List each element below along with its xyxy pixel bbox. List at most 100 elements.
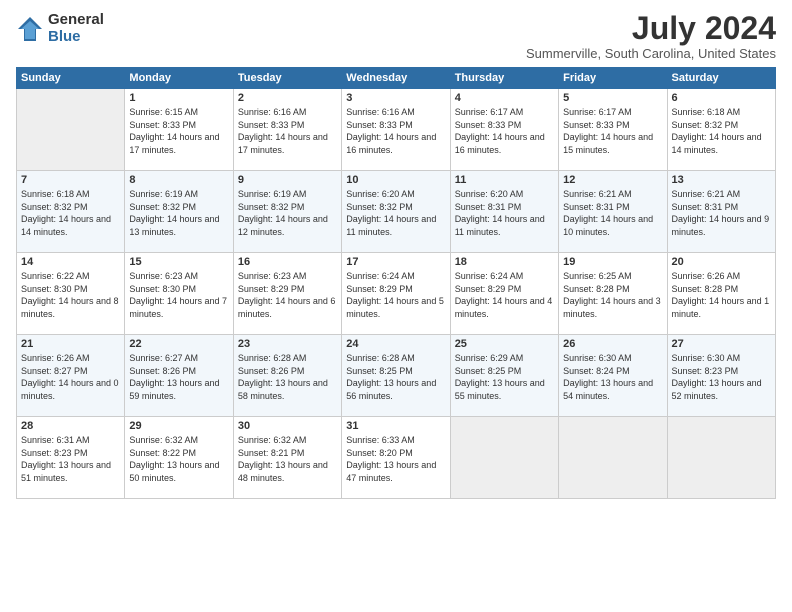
header-saturday: Saturday: [667, 68, 775, 89]
day-number: 15: [129, 256, 228, 268]
day-info: Sunrise: 6:16 AMSunset: 8:33 PMDaylight:…: [346, 106, 445, 156]
day-number: 16: [238, 256, 337, 268]
calendar-week-row: 14Sunrise: 6:22 AMSunset: 8:30 PMDayligh…: [17, 253, 776, 335]
calendar-cell: 25 Sunrise: 6:29 AMSunset: 8:25 PMDayligh…: [450, 335, 558, 417]
calendar-cell: [559, 417, 667, 499]
calendar-cell: 5Sunrise: 6:17 AMSunset: 8:33 PMDaylight…: [559, 89, 667, 171]
calendar-cell: 24 Sunrise: 6:28 AMSunset: 8:25 PMDayligh…: [342, 335, 450, 417]
day-number: 12: [563, 174, 662, 186]
page: General Blue July 2024 Summerville, Sout…: [0, 0, 792, 612]
calendar-week-row: 28 Sunrise: 6:31 AMSunset: 8:23 PMDayligh…: [17, 417, 776, 499]
calendar-cell: 19 Sunrise: 6:25 AMSunset: 8:28 PMDayligh…: [559, 253, 667, 335]
day-info: Sunrise: 6:26 AMSunset: 8:28 PMDaylight:…: [672, 270, 771, 320]
calendar-cell: 6Sunrise: 6:18 AMSunset: 8:32 PMDaylight…: [667, 89, 775, 171]
calendar-cell: 8 Sunrise: 6:19 AMSunset: 8:32 PMDaylight…: [125, 171, 233, 253]
logo: General Blue: [16, 12, 104, 45]
day-info: Sunrise: 6:24 AMSunset: 8:29 PMDaylight:…: [346, 270, 445, 320]
day-info: Sunrise: 6:21 AMSunset: 8:31 PMDaylight:…: [672, 188, 771, 238]
calendar-cell: [667, 417, 775, 499]
calendar-cell: 29 Sunrise: 6:32 AMSunset: 8:22 PMDayligh…: [125, 417, 233, 499]
day-info: Sunrise: 6:30 AMSunset: 8:24 PMDaylight:…: [563, 352, 662, 402]
header-tuesday: Tuesday: [233, 68, 341, 89]
calendar-cell: 10 Sunrise: 6:20 AMSunset: 8:32 PMDayligh…: [342, 171, 450, 253]
logo-blue: Blue: [48, 29, 104, 46]
day-info: Sunrise: 6:17 AMSunset: 8:33 PMDaylight:…: [455, 106, 554, 156]
day-number: 5: [563, 92, 662, 104]
day-info: Sunrise: 6:23 AMSunset: 8:30 PMDaylight:…: [129, 270, 228, 320]
day-number: 8: [129, 174, 228, 186]
day-info: Sunrise: 6:15 AMSunset: 8:33 PMDaylight:…: [129, 106, 228, 156]
header-thursday: Thursday: [450, 68, 558, 89]
logo-text: General Blue: [48, 12, 104, 45]
day-info: Sunrise: 6:20 AMSunset: 8:31 PMDaylight:…: [455, 188, 554, 238]
calendar-cell: 3 Sunrise: 6:16 AMSunset: 8:33 PMDaylight…: [342, 89, 450, 171]
calendar-cell: 21Sunrise: 6:26 AMSunset: 8:27 PMDayligh…: [17, 335, 125, 417]
day-number: 19: [563, 256, 662, 268]
calendar-cell: 11 Sunrise: 6:20 AMSunset: 8:31 PMDayligh…: [450, 171, 558, 253]
calendar-cell: 26Sunrise: 6:30 AMSunset: 8:24 PMDayligh…: [559, 335, 667, 417]
calendar-cell: 17Sunrise: 6:24 AMSunset: 8:29 PMDayligh…: [342, 253, 450, 335]
day-info: Sunrise: 6:18 AMSunset: 8:32 PMDaylight:…: [672, 106, 771, 156]
calendar-cell: 15 Sunrise: 6:23 AMSunset: 8:30 PMDayligh…: [125, 253, 233, 335]
logo-general: General: [48, 12, 104, 29]
day-number: 28: [21, 420, 120, 432]
calendar-cell: 14Sunrise: 6:22 AMSunset: 8:30 PMDayligh…: [17, 253, 125, 335]
calendar-cell: 27Sunrise: 6:30 AMSunset: 8:23 PMDayligh…: [667, 335, 775, 417]
calendar-table: Sunday Monday Tuesday Wednesday Thursday…: [16, 67, 776, 499]
calendar-cell: 20 Sunrise: 6:26 AMSunset: 8:28 PMDayligh…: [667, 253, 775, 335]
calendar-week-row: 7 Sunrise: 6:18 AMSunset: 8:32 PMDaylight…: [17, 171, 776, 253]
day-number: 29: [129, 420, 228, 432]
calendar-cell: 16 Sunrise: 6:23 AMSunset: 8:29 PMDayligh…: [233, 253, 341, 335]
day-info: Sunrise: 6:32 AMSunset: 8:22 PMDaylight:…: [129, 434, 228, 484]
header-friday: Friday: [559, 68, 667, 89]
calendar-cell: 31Sunrise: 6:33 AMSunset: 8:20 PMDayligh…: [342, 417, 450, 499]
day-number: 11: [455, 174, 554, 186]
day-number: 10: [346, 174, 445, 186]
header-wednesday: Wednesday: [342, 68, 450, 89]
day-info: Sunrise: 6:21 AMSunset: 8:31 PMDaylight:…: [563, 188, 662, 238]
header: General Blue July 2024 Summerville, Sout…: [16, 12, 776, 61]
day-number: 18: [455, 256, 554, 268]
day-info: Sunrise: 6:28 AMSunset: 8:26 PMDaylight:…: [238, 352, 337, 402]
calendar-cell: 22Sunrise: 6:27 AMSunset: 8:26 PMDayligh…: [125, 335, 233, 417]
day-info: Sunrise: 6:33 AMSunset: 8:20 PMDaylight:…: [346, 434, 445, 484]
day-info: Sunrise: 6:20 AMSunset: 8:32 PMDaylight:…: [346, 188, 445, 238]
day-info: Sunrise: 6:19 AMSunset: 8:32 PMDaylight:…: [129, 188, 228, 238]
month-title: July 2024: [526, 12, 776, 44]
calendar-cell: 9Sunrise: 6:19 AMSunset: 8:32 PMDaylight…: [233, 171, 341, 253]
day-number: 22: [129, 338, 228, 350]
day-number: 14: [21, 256, 120, 268]
logo-icon: [16, 15, 44, 43]
day-info: Sunrise: 6:31 AMSunset: 8:23 PMDaylight:…: [21, 434, 120, 484]
calendar-cell: 4Sunrise: 6:17 AMSunset: 8:33 PMDaylight…: [450, 89, 558, 171]
day-info: Sunrise: 6:26 AMSunset: 8:27 PMDaylight:…: [21, 352, 120, 402]
calendar-cell: 23 Sunrise: 6:28 AMSunset: 8:26 PMDayligh…: [233, 335, 341, 417]
header-sunday: Sunday: [17, 68, 125, 89]
day-number: 25: [455, 338, 554, 350]
day-info: Sunrise: 6:25 AMSunset: 8:28 PMDaylight:…: [563, 270, 662, 320]
location: Summerville, South Carolina, United Stat…: [526, 46, 776, 61]
day-info: Sunrise: 6:24 AMSunset: 8:29 PMDaylight:…: [455, 270, 554, 320]
day-info: Sunrise: 6:28 AMSunset: 8:25 PMDaylight:…: [346, 352, 445, 402]
calendar-cell: 13 Sunrise: 6:21 AMSunset: 8:31 PMDayligh…: [667, 171, 775, 253]
day-info: Sunrise: 6:29 AMSunset: 8:25 PMDaylight:…: [455, 352, 554, 402]
day-number: 1: [129, 92, 228, 104]
day-number: 20: [672, 256, 771, 268]
calendar-cell: 1 Sunrise: 6:15 AMSunset: 8:33 PMDaylight…: [125, 89, 233, 171]
day-number: 13: [672, 174, 771, 186]
calendar-week-row: 1 Sunrise: 6:15 AMSunset: 8:33 PMDaylight…: [17, 89, 776, 171]
calendar-cell: 7 Sunrise: 6:18 AMSunset: 8:32 PMDaylight…: [17, 171, 125, 253]
day-number: 7: [21, 174, 120, 186]
day-number: 2: [238, 92, 337, 104]
day-number: 3: [346, 92, 445, 104]
calendar-cell: [450, 417, 558, 499]
calendar-cell: 18 Sunrise: 6:24 AMSunset: 8:29 PMDayligh…: [450, 253, 558, 335]
day-info: Sunrise: 6:23 AMSunset: 8:29 PMDaylight:…: [238, 270, 337, 320]
day-number: 9: [238, 174, 337, 186]
calendar-week-row: 21Sunrise: 6:26 AMSunset: 8:27 PMDayligh…: [17, 335, 776, 417]
day-info: Sunrise: 6:30 AMSunset: 8:23 PMDaylight:…: [672, 352, 771, 402]
calendar-cell: 30Sunrise: 6:32 AMSunset: 8:21 PMDayligh…: [233, 417, 341, 499]
day-number: 23: [238, 338, 337, 350]
day-number: 24: [346, 338, 445, 350]
day-info: Sunrise: 6:18 AMSunset: 8:32 PMDaylight:…: [21, 188, 120, 238]
